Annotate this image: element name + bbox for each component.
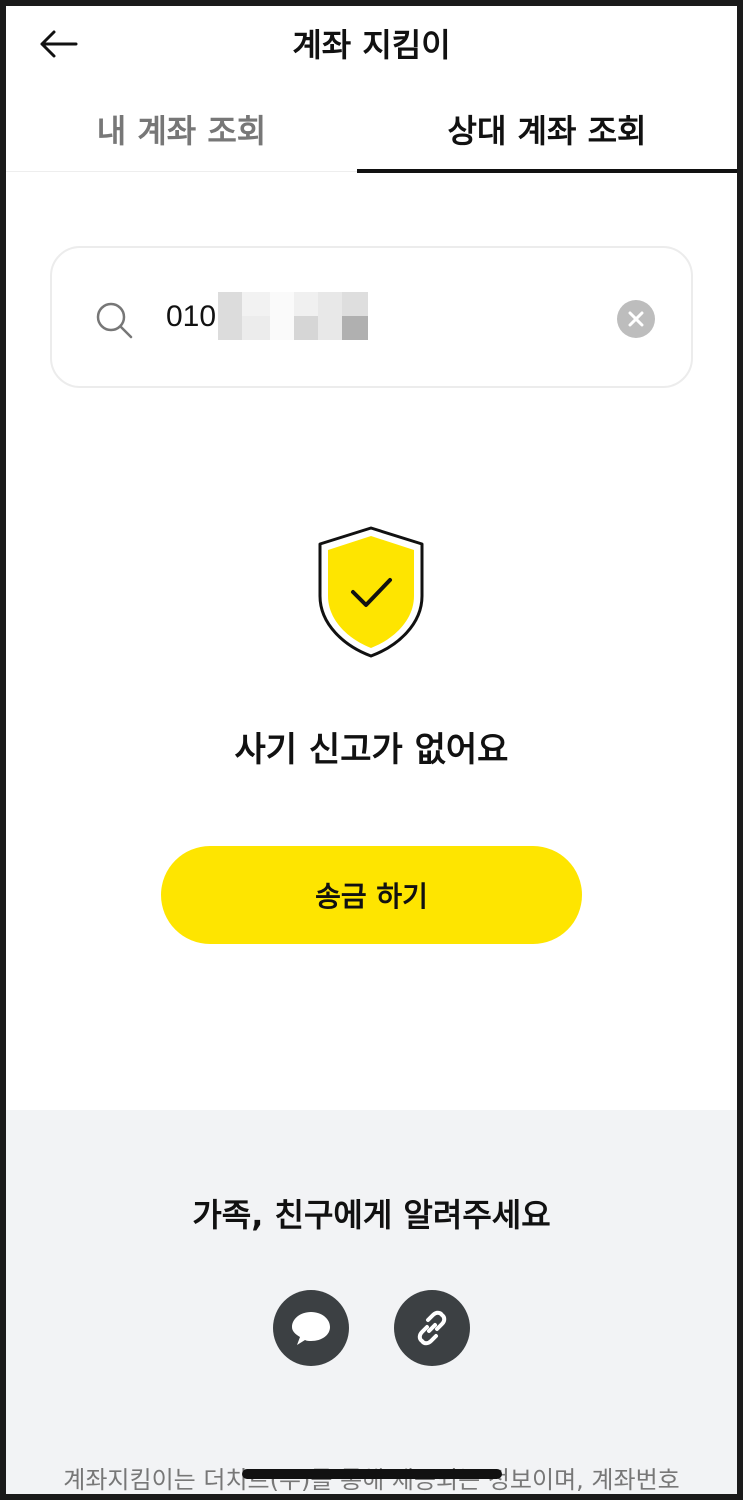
search-input-value[interactable]: 010 [166,300,216,334]
shield-check-icon [318,526,424,658]
clear-button[interactable] [617,300,655,338]
chat-bubble-icon [292,1312,330,1345]
send-money-button[interactable]: 송금 하기 [161,846,582,944]
link-icon [417,1310,447,1346]
tab-bar: 내 계좌 조회 상대 계좌 조회 [6,86,737,173]
tab-other-account[interactable]: 상대 계좌 조회 [357,86,737,172]
account-search-field[interactable]: 010 [50,246,693,388]
app-screen: 계좌 지킴이 내 계좌 조회 상대 계좌 조회 010 사기 신고가 없어요 송… [6,6,737,1494]
share-section: 가족, 친구에게 알려주세요 계좌지킴이는 더치트(주)를 통해 제공되는 정보… [6,1110,737,1494]
page-title: 계좌 지킴이 [292,26,451,64]
share-kakao-button[interactable] [273,1290,349,1366]
home-indicator [242,1469,502,1479]
share-title: 가족, 친구에게 알려주세요 [192,1196,551,1234]
tab-my-account[interactable]: 내 계좌 조회 [6,86,357,172]
header: 계좌 지킴이 [6,6,737,76]
blurred-number-mask [218,292,368,340]
clear-icon [628,311,644,327]
active-tab-indicator [357,169,737,173]
search-icon [96,302,133,339]
share-link-button[interactable] [394,1290,470,1366]
result-message: 사기 신고가 없어요 [234,730,509,770]
